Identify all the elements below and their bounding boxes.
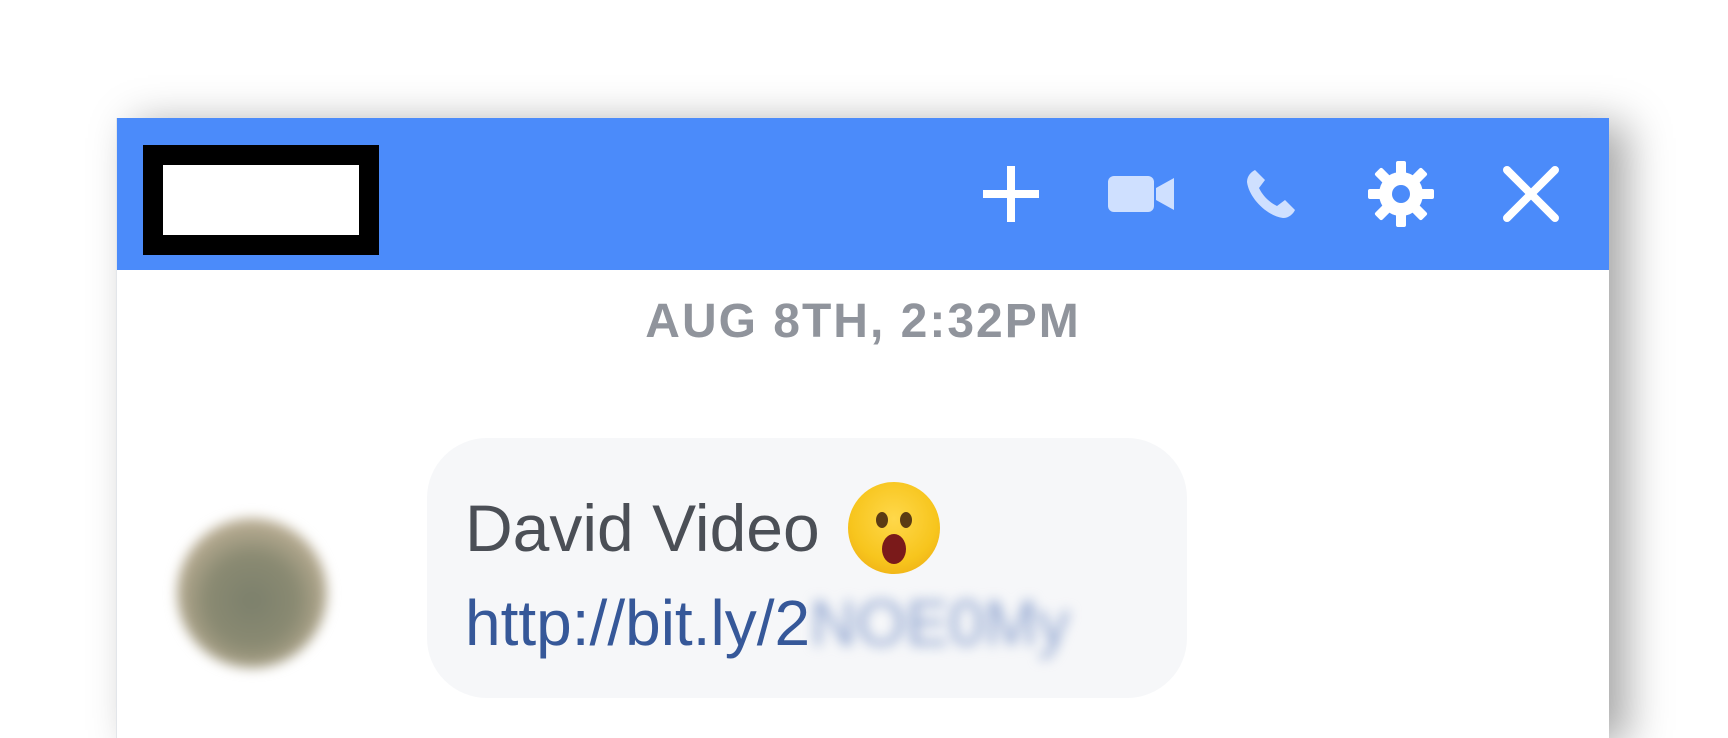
close-icon — [1503, 166, 1559, 222]
wow-face-emoji — [847, 482, 940, 574]
voice-call-button[interactable] — [1233, 156, 1309, 232]
chat-header — [117, 118, 1609, 270]
header-actions — [973, 152, 1569, 236]
plus-icon — [983, 166, 1039, 222]
redaction-box — [163, 165, 359, 235]
chat-window: AUG 8TH, 2:32PM David Video http://bit.l… — [116, 118, 1609, 738]
avatar[interactable] — [177, 518, 327, 668]
gear-icon — [1368, 161, 1434, 227]
settings-button[interactable] — [1363, 156, 1439, 232]
link-blurred-text: NOE0My — [810, 587, 1070, 659]
redacted-contact-name[interactable] — [143, 145, 379, 255]
phone-icon — [1247, 170, 1295, 218]
message-link[interactable]: http://bit.ly/2 NOE0My — [465, 586, 1070, 660]
message-text: David Video — [465, 491, 820, 565]
add-people-button[interactable] — [973, 156, 1049, 232]
message-text-line: David Video — [465, 482, 940, 574]
message-bubble[interactable]: David Video http://bit.ly/2 NOE0My — [427, 438, 1187, 698]
message-row: David Video http://bit.ly/2 NOE0My — [157, 418, 1257, 718]
message-timestamp: AUG 8TH, 2:32PM — [645, 295, 1081, 348]
video-call-button[interactable] — [1103, 156, 1179, 232]
close-button[interactable] — [1493, 156, 1569, 232]
video-camera-icon — [1108, 176, 1174, 212]
link-visible-text: http://bit.ly/2 — [465, 587, 811, 659]
